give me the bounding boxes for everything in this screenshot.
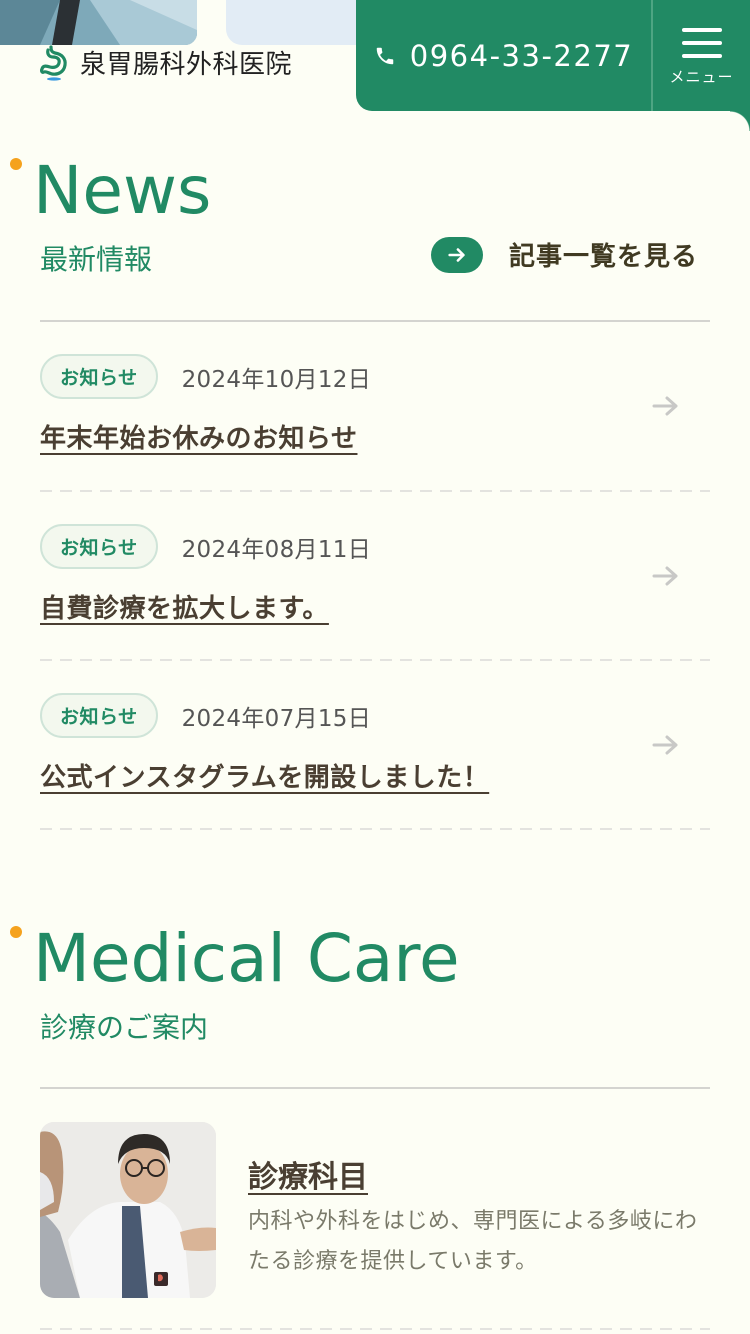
care-card-title-link[interactable]: 診療科目 [248,1152,368,1196]
news-divider [40,828,710,830]
medical-care-section-title: Medical Care [33,920,460,997]
clinic-name: 泉胃腸科外科医院 [80,50,293,80]
arrow-right-icon [652,396,678,416]
medical-care-top-divider [40,1087,710,1089]
news-top-divider [40,320,710,322]
news-section-title: News [33,152,212,229]
news-date: 2024年10月12日 [181,366,371,393]
news-date: 2024年07月15日 [181,705,371,732]
clinic-logo[interactable]: 泉胃腸科外科医院 [38,44,292,81]
phone-number: 0964-33-2277 [409,38,634,73]
news-item[interactable]: お知らせ 2024年10月12日 年末年始お休みのお知らせ [40,354,710,524]
doctor-photo [40,1122,216,1298]
section-accent-dot [10,158,22,170]
view-all-label: 記事一覧を見る [509,242,699,272]
arrow-right-icon [431,236,483,273]
arrow-right-icon [652,735,678,755]
endoscope-photo [0,0,197,45]
menu-label: メニュー [669,68,734,86]
medical-care-section-subtitle: 診療のご案内 [40,1011,209,1044]
news-section-subtitle: 最新情報 [40,243,153,276]
hero-photo-left [0,0,197,45]
phone-call-button[interactable]: 0964-33-2277 [356,0,651,111]
stomach-logo-icon [40,44,67,81]
hero-photo-right [226,0,356,45]
category-badge: お知らせ [40,354,158,399]
header-action-bar: 0964-33-2277 メニュー [356,0,750,111]
phone-icon [376,47,394,64]
news-title-link[interactable]: 年末年始お休みのお知らせ [40,418,357,455]
news-divider [40,659,710,661]
section-accent-dot [10,926,22,938]
arrow-right-icon [652,566,678,586]
news-title-link[interactable]: 自費診療を拡大します。 [40,588,329,625]
menu-button[interactable]: メニュー [653,0,750,111]
medical-care-divider [40,1328,710,1330]
news-title-link[interactable]: 公式インスタグラムを開設しました！ [40,757,489,794]
care-card-description: 内科や外科をはじめ、専門医による多岐にわたる診療を提供しています。 [248,1209,698,1274]
news-date: 2024年08月11日 [181,536,371,563]
news-item[interactable]: お知らせ 2024年07月15日 公式インスタグラムを開設しました！ [40,693,710,863]
category-badge: お知らせ [40,524,158,569]
header-corner-decoration [730,111,750,131]
category-badge: お知らせ [40,693,158,738]
hamburger-icon [681,28,722,58]
news-divider [40,490,710,492]
medical-care-card[interactable]: 診療科目 内科や外科をはじめ、専門医による多岐にわたる診療を提供しています。 [40,1122,710,1302]
view-all-news-link[interactable]: 記事一覧を見る [431,236,698,273]
news-item[interactable]: お知らせ 2024年08月11日 自費診療を拡大します。 [40,524,710,694]
